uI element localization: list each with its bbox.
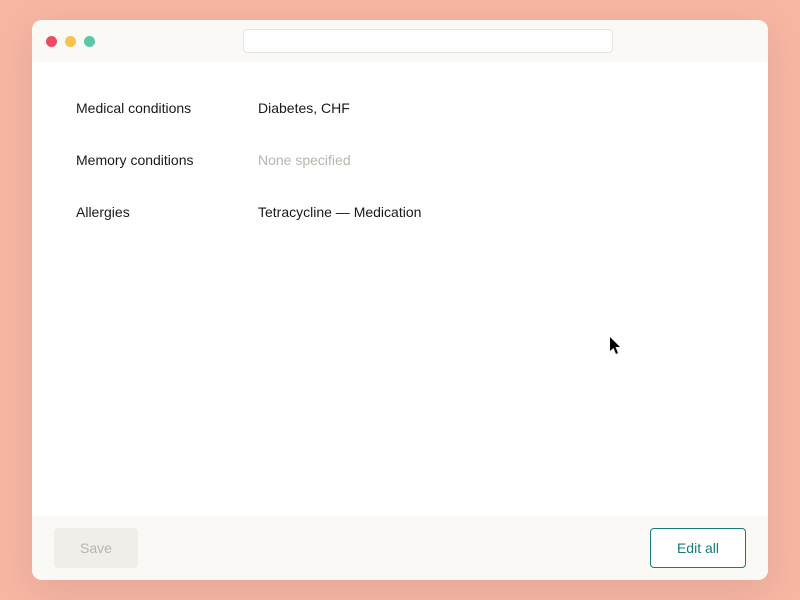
row-memory-conditions: Memory conditions None specified: [76, 152, 724, 168]
edit-all-button[interactable]: Edit all: [650, 528, 746, 568]
value-memory-conditions: None specified: [258, 152, 351, 168]
minimize-icon[interactable]: [65, 36, 76, 47]
app-window: Medical conditions Diabetes, CHF Memory …: [32, 20, 768, 580]
content-area: Medical conditions Diabetes, CHF Memory …: [32, 62, 768, 516]
row-medical-conditions: Medical conditions Diabetes, CHF: [76, 100, 724, 116]
label-allergies: Allergies: [76, 204, 258, 220]
save-button[interactable]: Save: [54, 528, 138, 568]
traffic-lights: [46, 36, 95, 47]
maximize-icon[interactable]: [84, 36, 95, 47]
row-allergies: Allergies Tetracycline — Medication: [76, 204, 724, 220]
label-medical-conditions: Medical conditions: [76, 100, 258, 116]
value-medical-conditions: Diabetes, CHF: [258, 100, 350, 116]
value-allergies: Tetracycline — Medication: [258, 204, 421, 220]
label-memory-conditions: Memory conditions: [76, 152, 258, 168]
search-input[interactable]: [243, 29, 613, 53]
footer: Save Edit all: [32, 516, 768, 580]
titlebar: [32, 20, 768, 62]
close-icon[interactable]: [46, 36, 57, 47]
